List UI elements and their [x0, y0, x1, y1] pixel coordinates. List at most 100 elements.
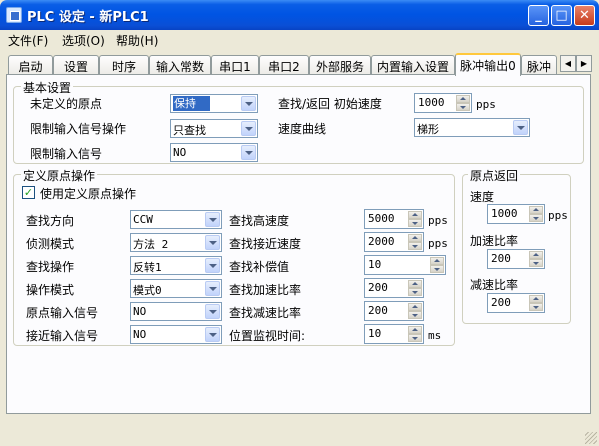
- spin-down-icon[interactable]: [408, 311, 422, 319]
- spin-down-icon[interactable]: [529, 303, 543, 311]
- speed-curve-value: 梯形: [417, 123, 439, 136]
- search-high-speed-value: 5000: [368, 212, 395, 225]
- chevron-down-icon[interactable]: [513, 120, 528, 135]
- chevron-down-icon[interactable]: [205, 212, 220, 227]
- maximize-button[interactable]: □: [551, 5, 572, 26]
- chevron-down-icon[interactable]: [205, 327, 220, 342]
- tab-input-constants[interactable]: 输入常数: [149, 55, 211, 75]
- position-monitor-time-spin[interactable]: 10: [364, 324, 424, 344]
- tab-scroll-left-icon[interactable]: ◀: [560, 55, 576, 72]
- spin-up-icon[interactable]: [408, 280, 422, 288]
- origin-input-signal-select[interactable]: NO: [130, 302, 222, 321]
- search-approach-speed-spin[interactable]: 2000: [364, 232, 424, 252]
- operation-mode-value: 模式0: [133, 284, 162, 297]
- chevron-down-icon[interactable]: [241, 121, 256, 136]
- search-approach-speed-value: 2000: [368, 235, 395, 248]
- tab-serial-port-1[interactable]: 串口1: [211, 55, 259, 75]
- search-high-speed-spin[interactable]: 5000: [364, 209, 424, 229]
- resize-grip-icon[interactable]: [585, 432, 597, 444]
- spin-down-icon[interactable]: [529, 259, 543, 267]
- return-accel-label: 加速比率: [470, 234, 519, 248]
- approach-input-signal-select[interactable]: NO: [130, 325, 222, 344]
- tab-settings[interactable]: 设置: [53, 55, 99, 75]
- position-monitor-time-label: 位置监视时间:: [229, 329, 306, 343]
- limit-signal-value: NO: [173, 146, 187, 159]
- use-origin-op-checkbox[interactable]: ✓: [22, 186, 35, 199]
- chevron-down-icon[interactable]: [241, 96, 256, 111]
- return-decel-value: 200: [491, 296, 511, 309]
- search-compensation-label: 查找补偿值: [229, 260, 290, 274]
- spin-down-icon[interactable]: [408, 334, 422, 342]
- position-monitor-time-value: 10: [368, 327, 382, 340]
- return-speed-label: 速度: [470, 190, 495, 204]
- approach-input-signal-value: NO: [133, 328, 147, 341]
- tab-external-service[interactable]: 外部服务: [309, 55, 371, 75]
- app-icon[interactable]: [6, 7, 22, 23]
- detect-mode-select[interactable]: 方法 2: [130, 233, 222, 252]
- spin-down-icon[interactable]: [408, 288, 422, 296]
- search-return-speed-value: 1000: [418, 96, 445, 109]
- speed-curve-select[interactable]: 梯形: [414, 118, 530, 137]
- search-direction-value: CCW: [133, 213, 153, 226]
- spin-up-icon[interactable]: [529, 206, 543, 214]
- search-high-speed-label: 查找高速度: [229, 214, 290, 228]
- search-high-speed-unit: pps: [428, 214, 448, 227]
- window-title: PLC 设定 - 新PLC1: [27, 10, 149, 25]
- speed-curve-label: 速度曲线: [278, 122, 327, 136]
- tab-builtin-input[interactable]: 内置输入设置: [371, 55, 455, 75]
- return-accel-spin[interactable]: 200: [487, 249, 545, 269]
- close-button[interactable]: ✕: [574, 5, 595, 26]
- tab-startup[interactable]: 启动: [8, 55, 53, 75]
- chevron-down-icon[interactable]: [205, 235, 220, 250]
- operation-mode-label: 操作模式: [26, 283, 75, 297]
- spin-down-icon[interactable]: [408, 242, 422, 250]
- spin-up-icon[interactable]: [529, 295, 543, 303]
- tab-timing[interactable]: 时序: [99, 55, 149, 75]
- tab-serial-port-2[interactable]: 串口2: [259, 55, 309, 75]
- search-decel-ratio-spin[interactable]: 200: [364, 301, 424, 321]
- search-return-speed-spin[interactable]: 1000: [414, 93, 472, 113]
- origin-input-signal-label: 原点输入信号: [26, 306, 99, 320]
- return-decel-spin[interactable]: 200: [487, 293, 545, 313]
- spin-up-icon[interactable]: [430, 257, 444, 265]
- spin-down-icon[interactable]: [529, 214, 543, 222]
- tab-pulse-output-1[interactable]: 脉冲: [521, 55, 557, 75]
- menu-help[interactable]: 帮助(H): [116, 32, 158, 49]
- spin-down-icon[interactable]: [430, 265, 444, 273]
- undefined-origin-select[interactable]: 保持: [170, 94, 258, 113]
- tab-scroll-right-icon[interactable]: ▶: [576, 55, 592, 72]
- limit-op-value: 只查找: [173, 124, 206, 137]
- spin-down-icon[interactable]: [456, 103, 470, 111]
- spin-up-icon[interactable]: [408, 326, 422, 334]
- origin-input-signal-value: NO: [133, 305, 147, 318]
- approach-input-signal-label: 接近输入信号: [26, 329, 99, 343]
- limit-op-select[interactable]: 只查找: [170, 119, 258, 138]
- chevron-down-icon[interactable]: [205, 281, 220, 296]
- return-speed-spin[interactable]: 1000: [487, 204, 545, 224]
- chevron-down-icon[interactable]: [241, 145, 256, 160]
- search-operation-value: 反转1: [133, 261, 162, 274]
- return-accel-value: 200: [491, 252, 511, 265]
- spin-up-icon[interactable]: [456, 95, 470, 103]
- chevron-down-icon[interactable]: [205, 304, 220, 319]
- spin-up-icon[interactable]: [408, 211, 422, 219]
- use-origin-op-label: 使用定义原点操作: [40, 187, 137, 201]
- search-accel-ratio-spin[interactable]: 200: [364, 278, 424, 298]
- search-direction-select[interactable]: CCW: [130, 210, 222, 229]
- spin-up-icon[interactable]: [408, 234, 422, 242]
- tab-pulse-output-0[interactable]: 脉冲输出0: [455, 53, 521, 76]
- spin-down-icon[interactable]: [408, 219, 422, 227]
- spin-up-icon[interactable]: [408, 303, 422, 311]
- minimize-button[interactable]: _: [528, 5, 549, 26]
- operation-mode-select[interactable]: 模式0: [130, 279, 222, 298]
- search-return-speed-label: 查找/返回 初始速度: [278, 97, 382, 111]
- limit-signal-select[interactable]: NO: [170, 143, 258, 162]
- return-speed-unit: pps: [548, 209, 568, 222]
- search-operation-select[interactable]: 反转1: [130, 256, 222, 275]
- menu-file[interactable]: 文件(F): [8, 32, 48, 49]
- chevron-down-icon[interactable]: [205, 258, 220, 273]
- menu-options[interactable]: 选项(O): [62, 32, 105, 49]
- search-compensation-spin[interactable]: 10: [364, 255, 446, 275]
- spin-up-icon[interactable]: [529, 251, 543, 259]
- search-return-speed-unit: pps: [476, 98, 496, 111]
